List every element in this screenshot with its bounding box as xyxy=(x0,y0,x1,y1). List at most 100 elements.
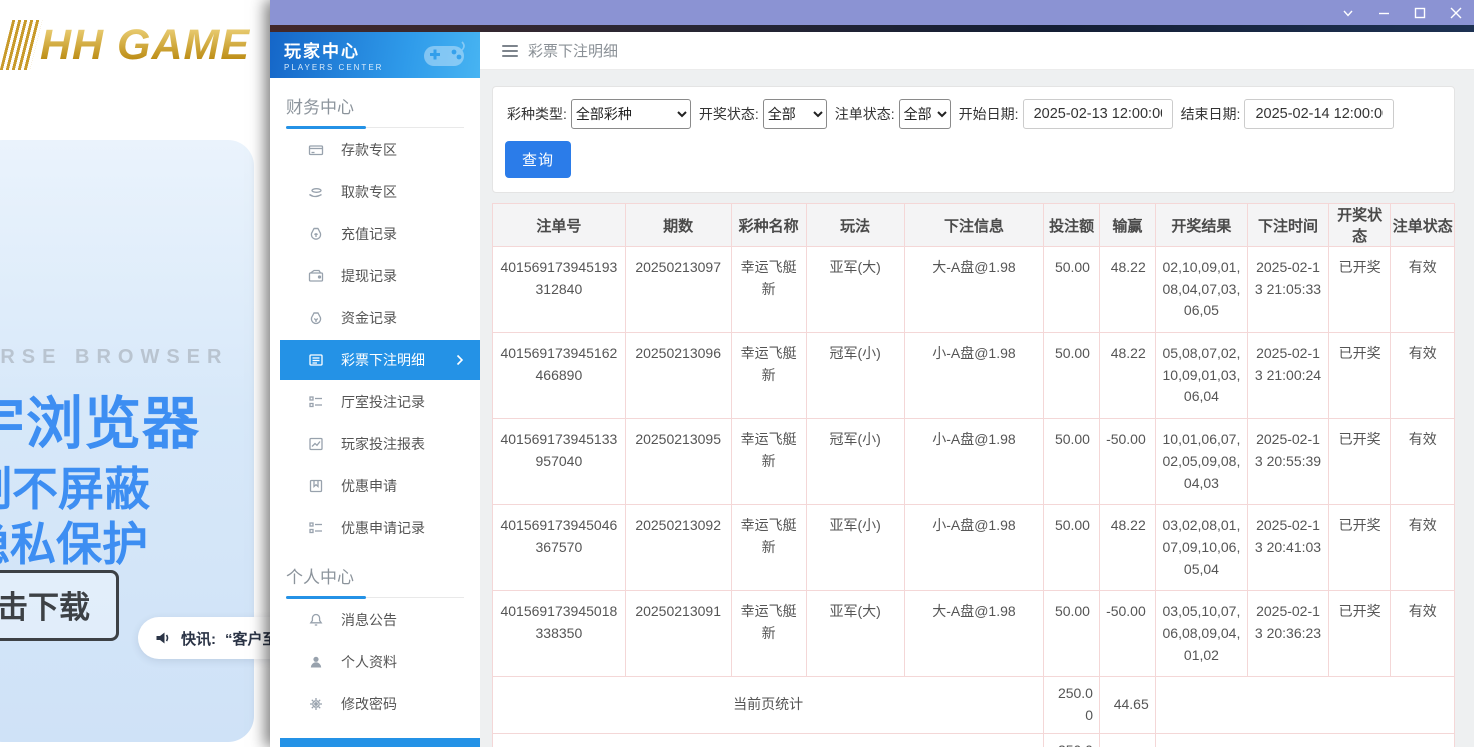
window-titlebar xyxy=(270,0,1474,25)
lottery-type-select[interactable]: 全部彩种 xyxy=(571,99,691,129)
minimize-button[interactable] xyxy=(1376,5,1392,21)
sidebar-item-label: 消息公告 xyxy=(341,610,397,630)
sidebar-bottom-highlight xyxy=(280,738,480,747)
hh-game-logo: HH GAME xyxy=(6,20,250,70)
main-content: 彩票下注明细 彩种类型: 全部彩种 开奖状态: 全部 注单状态: 全部 xyxy=(480,32,1474,747)
lottery-type-label: 彩种类型: xyxy=(507,104,567,124)
sidebar-item[interactable]: 提现记录 xyxy=(280,256,480,296)
menu-toggle-icon[interactable] xyxy=(502,45,518,57)
sidebar-item[interactable]: 优惠申请记录 xyxy=(280,508,480,548)
column-header: 注单号 xyxy=(493,204,626,247)
column-header: 投注额 xyxy=(1044,204,1100,247)
column-header: 开奖状态 xyxy=(1328,204,1391,247)
sidebar-item-label: 优惠申请记录 xyxy=(341,518,425,538)
sidebar-item[interactable]: 玩家投注报表 xyxy=(280,424,480,464)
download-button[interactable]: 击下载 xyxy=(0,570,119,641)
summary-label: 当前页统计 xyxy=(493,677,1044,733)
start-date-input[interactable] xyxy=(1023,99,1173,129)
logo-stripes-decoration xyxy=(0,20,42,70)
order-status-select[interactable]: 全部 xyxy=(899,99,951,129)
sidebar-item-label: 优惠申请 xyxy=(341,476,397,496)
chevron-right-icon xyxy=(456,354,464,366)
draw-status-select[interactable]: 全部 xyxy=(763,99,827,129)
withdraw-wallet-icon xyxy=(308,268,324,284)
ticker-label: 快讯: xyxy=(181,628,216,649)
summary-winloss-total: 44.65 xyxy=(1099,733,1155,747)
filter-panel: 彩种类型: 全部彩种 开奖状态: 全部 注单状态: 全部 开始日期: 结束日期: xyxy=(492,86,1455,193)
column-header: 注单状态 xyxy=(1391,204,1455,247)
players-center-window: 玩家中心 PLAYERS CENTER 财务中心存款专区取款专区充值记录提现记录… xyxy=(270,0,1474,747)
sidebar-item[interactable]: 优惠申请 xyxy=(280,466,480,506)
sidebar-item-label: 彩票下注明细 xyxy=(341,350,425,370)
sidebar-item-label: 个人资料 xyxy=(341,652,397,672)
column-header: 玩法 xyxy=(806,204,904,247)
sidebar-item[interactable]: 消息公告 xyxy=(280,600,480,640)
column-header: 期数 xyxy=(625,204,731,247)
end-date-label: 结束日期: xyxy=(1181,104,1241,124)
recharge-bag-icon xyxy=(308,226,324,242)
search-button[interactable]: 查询 xyxy=(505,141,571,178)
sidebar-item-label: 取款专区 xyxy=(341,182,397,202)
summary-bet-total: 250.00 xyxy=(1044,733,1100,747)
promo-record-icon xyxy=(308,520,324,536)
sidebar-item-label: 资金记录 xyxy=(341,308,397,328)
close-button[interactable] xyxy=(1448,5,1464,21)
sidebar-header: 玩家中心 PLAYERS CENTER xyxy=(270,32,480,78)
profile-icon xyxy=(308,654,324,670)
sidebar: 玩家中心 PLAYERS CENTER 财务中心存款专区取款专区充值记录提现记录… xyxy=(270,32,480,747)
logo-text: HH GAME xyxy=(40,21,250,70)
gear-icon xyxy=(308,696,324,712)
sidebar-item-label: 提现记录 xyxy=(341,266,397,286)
column-header: 下注信息 xyxy=(904,204,1044,247)
speaker-icon xyxy=(155,630,172,646)
summary-bet-total: 250.00 xyxy=(1044,677,1100,733)
sidebar-item[interactable]: 充值记录 xyxy=(280,214,480,254)
sidebar-item[interactable]: 修改密码 xyxy=(280,684,480,724)
report-icon xyxy=(308,436,324,452)
table-header-row: 注单号期数彩种名称玩法下注信息投注额输赢开奖结果下注时间开奖状态注单状态 xyxy=(493,204,1455,247)
table-row: 40156917394504636757020250213092幸运飞艇新亚军(… xyxy=(493,505,1455,591)
bet-table: 注单号期数彩种名称玩法下注信息投注额输赢开奖结果下注时间开奖状态注单状态 401… xyxy=(492,203,1455,747)
deposit-card-icon xyxy=(308,142,324,158)
ad-headline: 宇浏览器 xyxy=(0,378,200,460)
table-row: 40156917394516246689020250213096幸运飞艇新冠军(… xyxy=(493,333,1455,419)
sidebar-item-label: 玩家投注报表 xyxy=(341,434,425,454)
sidebar-item[interactable]: 资金记录 xyxy=(280,298,480,338)
table-row: 40156917394519331284020250213097幸运飞艇新亚军(… xyxy=(493,247,1455,333)
table-row: 40156917394513395704020250213095幸运飞艇新冠军(… xyxy=(493,419,1455,505)
window-border-strip xyxy=(270,25,1474,32)
column-header: 输赢 xyxy=(1099,204,1155,247)
order-status-label: 注单状态: xyxy=(835,104,895,124)
sidebar-section-label: 个人中心 xyxy=(286,563,464,598)
draw-status-label: 开奖状态: xyxy=(699,104,759,124)
gamepad-icon xyxy=(418,38,470,74)
page-title: 彩票下注明细 xyxy=(528,40,618,61)
funds-bag-icon xyxy=(308,310,324,326)
sidebar-item-label: 修改密码 xyxy=(341,694,397,714)
end-date-input[interactable] xyxy=(1244,99,1394,129)
summary-label: 总统计 xyxy=(493,733,1044,747)
chevron-down-icon[interactable] xyxy=(1340,5,1356,21)
maximize-button[interactable] xyxy=(1412,5,1428,21)
start-date-label: 开始日期: xyxy=(959,104,1019,124)
table-row: 40156917394501833835020250213091幸运飞艇新亚军(… xyxy=(493,591,1455,677)
sidebar-item[interactable]: 取款专区 xyxy=(280,172,480,212)
news-ticker[interactable]: 快讯: “客户至 xyxy=(138,617,278,659)
withdraw-hand-icon xyxy=(308,184,324,200)
promo-icon xyxy=(308,478,324,494)
sidebar-item[interactable]: 彩票下注明细 xyxy=(280,340,480,380)
page-header: 彩票下注明细 xyxy=(480,32,1474,70)
ad-subtitle-en: ERSE BROWSER xyxy=(0,346,228,369)
bet-detail-icon xyxy=(308,352,324,368)
ad-feature-line-2: 隐私保护 xyxy=(0,508,148,574)
sidebar-item-label: 充值记录 xyxy=(341,224,397,244)
sidebar-item[interactable]: 厅室投注记录 xyxy=(280,382,480,422)
sidebar-item[interactable]: 存款专区 xyxy=(280,130,480,170)
hall-record-icon xyxy=(308,394,324,410)
sidebar-item[interactable]: 个人资料 xyxy=(280,642,480,682)
summary-row: 当前页统计250.0044.65 xyxy=(493,677,1455,733)
column-header: 下注时间 xyxy=(1248,204,1329,247)
bell-icon xyxy=(308,612,324,628)
summary-winloss-total: 44.65 xyxy=(1099,677,1155,733)
column-header: 彩种名称 xyxy=(731,204,806,247)
